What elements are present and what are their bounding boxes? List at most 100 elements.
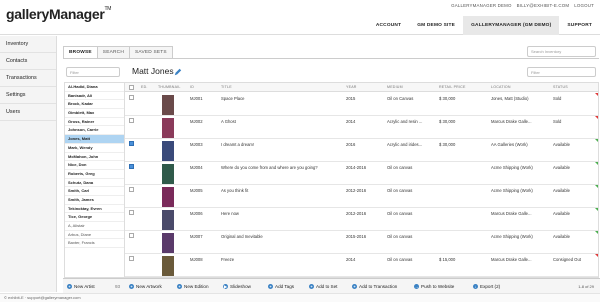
app-logo[interactable]: galleryManagerTM bbox=[6, 6, 111, 22]
artist-list-item[interactable]: A, Alistair bbox=[65, 222, 124, 231]
new-artwork-button[interactable]: + New Artwork bbox=[129, 279, 162, 294]
cell-medium: Oil on Canvas bbox=[387, 96, 414, 101]
artwork-thumbnail[interactable] bbox=[162, 187, 174, 207]
cell-title: Where do you come from and where are you… bbox=[221, 165, 318, 170]
artwork-thumbnail[interactable] bbox=[162, 164, 174, 184]
column-header-id[interactable]: ID bbox=[190, 83, 194, 92]
export-button[interactable]: ↓ Export (2) bbox=[473, 279, 500, 294]
table-header: ED. THUMBNAIL ID TITLE YEAR MEDIUM RETAI… bbox=[125, 83, 598, 92]
sidebar-item-contacts[interactable]: Contacts bbox=[0, 53, 56, 70]
select-all-checkbox[interactable] bbox=[129, 85, 134, 90]
row-checkbox[interactable] bbox=[129, 95, 134, 100]
artist-filter-input[interactable]: Filter bbox=[66, 67, 120, 77]
artwork-thumbnail[interactable] bbox=[162, 233, 174, 253]
table-row[interactable]: MJ008 Freeze 2014 Oil on canvas $ 15,000 Marc… bbox=[125, 254, 598, 277]
add-to-set-button[interactable]: + Add to Set bbox=[309, 279, 337, 294]
table-row[interactable]: MJ007 Original and Inevitable 2015-2016 Oil… bbox=[125, 231, 598, 254]
pencil-icon[interactable] bbox=[174, 68, 182, 76]
add-to-transaction-button[interactable]: + Add to Transaction bbox=[352, 279, 397, 294]
artist-list-item[interactable]: Tice, George bbox=[65, 213, 124, 222]
cell-title: I dreamt a dream! bbox=[221, 142, 255, 147]
slideshow-button[interactable]: ▶ Slideshow bbox=[223, 279, 251, 294]
tab-saved-sets[interactable]: SAVED SETS bbox=[129, 46, 173, 58]
row-checkbox[interactable] bbox=[129, 141, 134, 146]
artwork-thumbnail[interactable] bbox=[162, 118, 174, 138]
add-tags-button[interactable]: + Add Tags bbox=[268, 279, 294, 294]
column-header-year[interactable]: YEAR bbox=[346, 83, 357, 92]
table-row[interactable]: MJ001 Space Place 2015 Oil on Canvas $ 30,00… bbox=[125, 93, 598, 116]
artist-list-item[interactable]: Nice, Don bbox=[65, 161, 124, 170]
new-artist-button[interactable]: + New Artist bbox=[67, 279, 95, 294]
artist-list-item[interactable]: Schutz, Dana bbox=[65, 179, 124, 188]
plus-icon: + bbox=[177, 284, 182, 290]
sidebar-item-transactions[interactable]: Transactions bbox=[0, 70, 56, 87]
row-checkbox[interactable] bbox=[129, 256, 134, 261]
artist-list-item[interactable]: Jones, Matt bbox=[65, 135, 124, 144]
logout-link[interactable]: LOGOUT bbox=[574, 3, 594, 8]
cell-title: Original and Inevitable bbox=[221, 234, 263, 239]
table-row[interactable]: MJ004 Where do you come from and where ar… bbox=[125, 162, 598, 185]
artist-list-item[interactable]: Johnson, Carrie bbox=[65, 126, 124, 136]
inventory-tabs: BROWSE SEARCH SAVED SETS bbox=[63, 46, 173, 58]
column-header-title[interactable]: TITLE bbox=[221, 83, 232, 92]
cell-location: Marcus Drake Galle... bbox=[491, 119, 532, 124]
artist-list-item[interactable]: Mark, Wendy bbox=[65, 144, 124, 153]
column-header-location[interactable]: LOCATION bbox=[491, 83, 511, 92]
sidebar-item-users[interactable]: Users bbox=[0, 104, 56, 121]
artwork-thumbnail[interactable] bbox=[162, 141, 174, 161]
artist-list-item[interactable]: Arbus, Diane bbox=[65, 231, 124, 240]
row-checkbox[interactable] bbox=[129, 118, 134, 123]
artist-list-item[interactable]: Gross, Rainer bbox=[65, 118, 124, 127]
nav-support[interactable]: SUPPORT bbox=[559, 16, 600, 35]
artwork-thumbnail[interactable] bbox=[162, 256, 174, 276]
column-header-medium[interactable]: MEDIUM bbox=[387, 83, 403, 92]
sidebar-item-inventory[interactable]: Inventory bbox=[0, 36, 56, 53]
table-row[interactable]: MJ002 A Ghost 2014 Acrylic and resin ... $ 3… bbox=[125, 116, 598, 139]
artist-list-item[interactable]: Al-Hadid, Diana bbox=[65, 83, 124, 92]
artwork-thumbnail[interactable] bbox=[162, 95, 174, 115]
user-email-link[interactable]: BILLY@EXHIBIT-E.COM bbox=[517, 3, 570, 8]
artist-list-item[interactable]: Baxter, Francis bbox=[65, 239, 124, 249]
artist-list-item[interactable]: Gimblett, Max bbox=[65, 109, 124, 118]
row-checkbox[interactable] bbox=[129, 187, 134, 192]
cell-year: 2015 bbox=[346, 96, 356, 101]
artist-list-item[interactable]: McMahon, John bbox=[65, 153, 124, 162]
cell-location: Marcus Drake Galle... bbox=[491, 211, 532, 216]
cell-location: Acme Shipping (Work) bbox=[491, 165, 533, 170]
artist-list-item[interactable]: Brock, Kadar bbox=[65, 100, 124, 110]
nav-gallerymanager-gm-demo[interactable]: GALLERYMANAGER (GM DEMO) bbox=[463, 16, 560, 35]
table-row[interactable]: MJ003 I dreamt a dream! 2016 Acrylic and ir… bbox=[125, 139, 598, 162]
account-name-link[interactable]: GALLERYMANAGER DEMO bbox=[451, 3, 512, 8]
artist-list-item[interactable]: Tekinoktay, Evren bbox=[65, 205, 124, 214]
column-header-retail-price[interactable]: RETAIL PRICE bbox=[439, 83, 466, 92]
column-header-thumbnail[interactable]: THUMBNAIL bbox=[158, 83, 181, 92]
column-header-status[interactable]: STATUS bbox=[553, 83, 568, 92]
cell-year: 2012-2016 bbox=[346, 211, 367, 216]
nav-account[interactable]: ACCOUNT bbox=[368, 16, 409, 35]
artwork-thumbnail[interactable] bbox=[162, 210, 174, 230]
artist-list-item[interactable]: Banisadr, Ali bbox=[65, 92, 124, 101]
table-filter-input[interactable]: Filter bbox=[527, 67, 596, 77]
status-flag-icon bbox=[595, 254, 598, 259]
table-row[interactable]: MJ005 As you think fit 2012-2016 Oil on can… bbox=[125, 185, 598, 208]
artist-list-item[interactable]: Roberts, Greg bbox=[65, 170, 124, 179]
export-icon: ↓ bbox=[473, 284, 478, 290]
column-header-edition[interactable]: ED. bbox=[141, 83, 148, 92]
row-checkbox[interactable] bbox=[129, 210, 134, 215]
status-flag-icon bbox=[595, 116, 598, 121]
table-row[interactable]: MJ006 Here now 2012-2016 Oil on canvas Marcu… bbox=[125, 208, 598, 231]
row-checkbox[interactable] bbox=[129, 164, 134, 169]
tab-browse[interactable]: BROWSE bbox=[63, 46, 98, 58]
artist-list-item[interactable]: Smith, James bbox=[65, 196, 124, 205]
push-to-website-button[interactable]: → Push to Website bbox=[414, 279, 454, 294]
footer-text: © exhibit-E · support@gallerymanager.com bbox=[4, 295, 81, 300]
search-inventory-input[interactable]: Search Inventory bbox=[527, 46, 596, 57]
sidebar-item-settings[interactable]: Settings bbox=[0, 87, 56, 104]
artist-title: Matt Jones bbox=[132, 66, 174, 76]
nav-gm-demo-site[interactable]: GM DEMO SITE bbox=[409, 16, 463, 35]
artist-list-item[interactable]: Smith, Carl bbox=[65, 187, 124, 196]
plus-icon: + bbox=[67, 284, 72, 290]
row-checkbox[interactable] bbox=[129, 233, 134, 238]
new-edition-button[interactable]: + New Edition bbox=[177, 279, 209, 294]
tab-search[interactable]: SEARCH bbox=[96, 46, 130, 58]
